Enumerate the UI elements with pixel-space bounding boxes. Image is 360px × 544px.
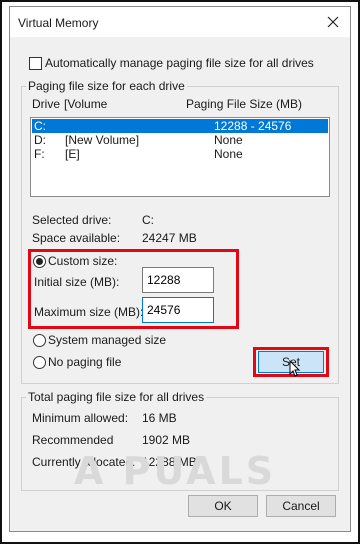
minimum-allowed-value: 16 MB bbox=[142, 411, 177, 425]
size-column-header: Paging File Size (MB) bbox=[186, 97, 303, 111]
initial-size-input[interactable] bbox=[142, 267, 214, 293]
drive-paging-size: 12288 - 24576 bbox=[214, 119, 292, 133]
close-icon bbox=[327, 16, 339, 28]
no-paging-label: No paging file bbox=[48, 355, 122, 369]
ok-button[interactable]: OK bbox=[188, 495, 258, 517]
close-button[interactable] bbox=[320, 10, 346, 34]
drive-letter: F: bbox=[34, 147, 45, 161]
mouse-cursor-icon bbox=[289, 360, 301, 377]
initial-size-label: Initial size (MB): bbox=[34, 275, 120, 289]
selected-drive-label: Selected drive: bbox=[32, 213, 112, 227]
volume-column-header: [Volume bbox=[64, 97, 108, 111]
space-available-label: Space available: bbox=[32, 231, 121, 245]
no-paging-radio[interactable] bbox=[33, 356, 46, 369]
space-available-value: 24247 MB bbox=[142, 231, 197, 245]
drive-row-d[interactable]: D: [New Volume] None bbox=[32, 133, 328, 147]
drive-column-header: Drive bbox=[32, 97, 61, 111]
drive-paging-size: None bbox=[214, 133, 243, 147]
minimum-allowed-label: Minimum allowed: bbox=[32, 411, 129, 425]
total-group-title: Total paging file size for all drives bbox=[26, 390, 207, 404]
system-managed-radio[interactable] bbox=[33, 334, 46, 347]
paging-group-title: Paging file size for each drive bbox=[26, 79, 187, 93]
custom-size-label: Custom size: bbox=[48, 254, 118, 268]
title-bar: Virtual Memory bbox=[10, 7, 350, 37]
maximum-size-label: Maximum size (MB): bbox=[34, 305, 144, 319]
auto-manage-checkbox[interactable] bbox=[29, 57, 42, 70]
system-managed-label: System managed size bbox=[48, 333, 167, 347]
recommended-value: 1902 MB bbox=[142, 433, 191, 447]
drive-letter: C: bbox=[34, 119, 46, 133]
drive-row-c[interactable]: C: 12288 - 24576 bbox=[32, 119, 328, 133]
drive-volume: [E] bbox=[65, 147, 80, 161]
selected-drive-value: C: bbox=[142, 213, 154, 227]
drive-volume: [New Volume] bbox=[65, 133, 140, 147]
drive-paging-size: None bbox=[214, 147, 243, 161]
auto-manage-label: Automatically manage paging file size fo… bbox=[45, 56, 314, 70]
watermark-logo: A PUALS bbox=[74, 449, 277, 493]
cancel-button[interactable]: Cancel bbox=[266, 495, 336, 517]
dialog-title: Virtual Memory bbox=[18, 16, 99, 30]
custom-size-radio[interactable] bbox=[33, 255, 46, 268]
drive-row-f[interactable]: F: [E] None bbox=[32, 147, 328, 161]
maximum-size-input[interactable] bbox=[142, 297, 214, 323]
recommended-label: Recommended bbox=[32, 433, 114, 447]
drive-letter: D: bbox=[34, 133, 46, 147]
drive-list[interactable]: C: 12288 - 24576 D: [New Volume] None F:… bbox=[30, 117, 330, 197]
